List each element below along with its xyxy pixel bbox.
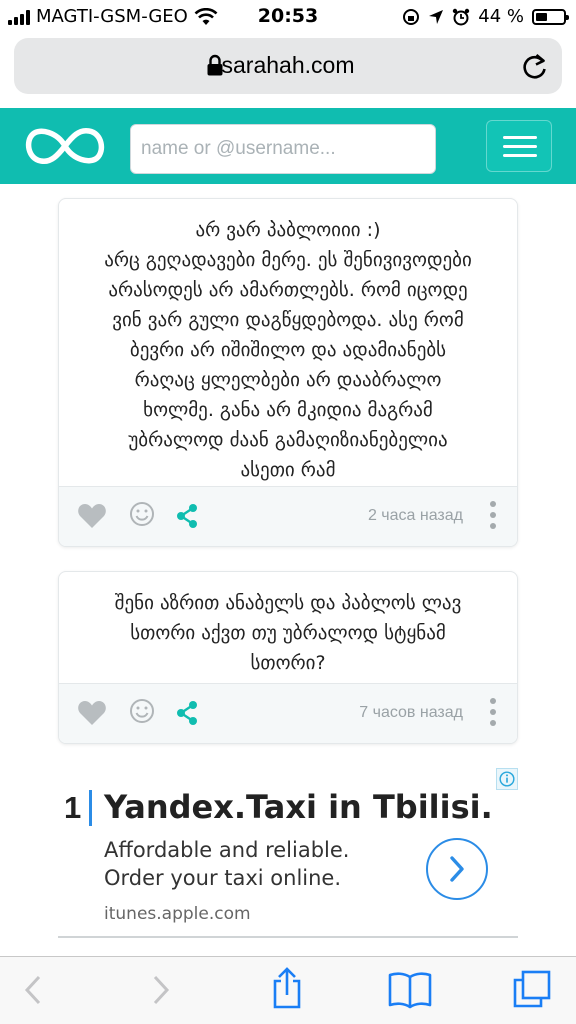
url-text: sarahah.com (221, 52, 355, 78)
message-footer: 7 часов назад (59, 683, 517, 743)
heart-icon[interactable] (77, 700, 107, 726)
more-icon[interactable] (489, 501, 497, 531)
message-time: 2 часа назад (367, 507, 463, 524)
browser-toolbar (0, 956, 576, 1024)
site-header (0, 108, 576, 184)
share-icon[interactable] (175, 503, 199, 529)
rotation-lock-icon (403, 8, 420, 25)
bookmarks-icon[interactable] (388, 971, 432, 1009)
battery-icon (532, 8, 569, 25)
browser-url-area: sarahah.com (0, 34, 576, 108)
address-bar[interactable]: sarahah.com (14, 38, 562, 94)
ad-open-button[interactable] (426, 838, 488, 900)
message-card: შენი აზრით ანაბელს და პაბლოს ლავ სთორი ა… (58, 571, 518, 744)
menu-button[interactable] (486, 120, 552, 172)
smile-icon[interactable] (129, 698, 155, 724)
share-toolbar-icon[interactable] (270, 967, 304, 1009)
message-text: შენი აზრით ანაბელს და პაბლოს ლავ სთორი ა… (114, 592, 462, 674)
message-footer: 2 часа назад (59, 486, 517, 546)
info-icon[interactable] (496, 768, 518, 790)
message-text: არ ვარ პაბლოიიი :) არც გეღადავები მერე. … (104, 219, 472, 481)
ad-number: 1 (64, 790, 82, 825)
smile-icon[interactable] (129, 501, 155, 527)
message-time: 7 часов назад (359, 704, 463, 721)
battery-fill (536, 12, 547, 21)
heart-icon[interactable] (77, 503, 107, 529)
tabs-icon[interactable] (512, 969, 552, 1009)
status-bar: MAGTI-GSM-GEO 20:53 44 % (0, 0, 576, 34)
more-icon[interactable] (489, 698, 497, 728)
messages-feed: არ ვარ პაბლოიიი :) არც გეღადავები მერე. … (0, 184, 576, 956)
share-icon[interactable] (175, 700, 199, 726)
ad-accent-bar (89, 790, 92, 826)
message-card: არ ვარ პაბლოიიი :) არც გეღადავები მერე. … (58, 198, 518, 547)
ad-description[interactable]: Affordable and reliable. Order your taxi… (104, 836, 414, 892)
battery-percent: 44 % (478, 6, 524, 27)
ad-title[interactable]: Yandex.Taxi in Tbilisi. (104, 788, 493, 826)
forward-icon[interactable] (150, 973, 172, 1007)
logo-icon[interactable] (22, 124, 108, 168)
chevron-right-icon (450, 856, 464, 882)
search-input[interactable] (130, 124, 436, 174)
reload-icon[interactable] (522, 52, 548, 80)
ad-divider (58, 936, 518, 938)
status-right: 44 % (402, 6, 569, 27)
alarm-icon (453, 8, 470, 25)
back-icon[interactable] (22, 973, 44, 1007)
ad-domain[interactable]: itunes.apple.com (104, 904, 251, 924)
location-icon (429, 9, 444, 24)
